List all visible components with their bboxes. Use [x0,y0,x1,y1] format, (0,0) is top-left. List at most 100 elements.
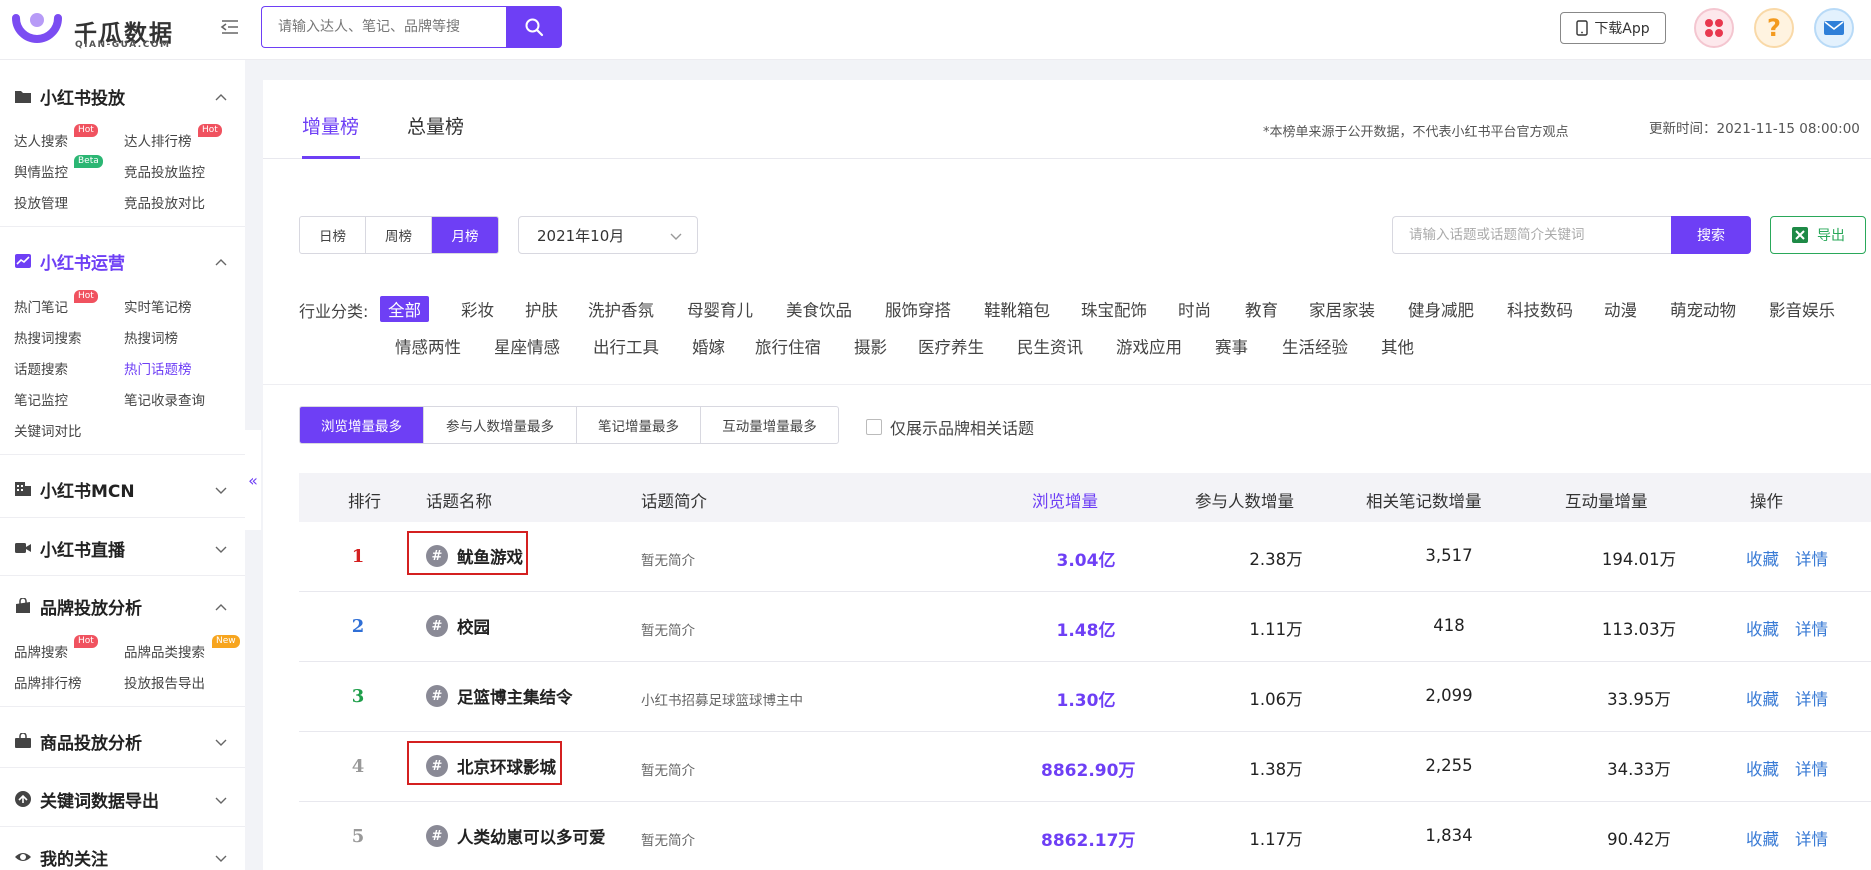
topic-link[interactable]: # 足篮博主集结令 [426,684,573,708]
industry-filter-item[interactable]: 洗护香氛 [588,297,654,321]
sort-by-interactions[interactable]: 互动量增量最多 [701,407,838,443]
industry-filter-item[interactable]: 健身减肥 [1408,297,1474,321]
sidebar-item-topic-search[interactable]: 话题搜索 [14,358,68,378]
favorite-link[interactable]: 收藏 [1746,826,1779,850]
period-weekly[interactable]: 周榜 [366,217,432,253]
month-select[interactable]: 2021年10月 [518,216,698,254]
detail-link[interactable]: 详情 [1795,826,1828,850]
industry-filter-item[interactable]: 美食饮品 [786,297,852,321]
column-views-increment[interactable]: 浏览增量 [1032,488,1098,512]
sidebar-group-xhs-mcn[interactable]: 小红书MCN [14,476,135,502]
apps-button[interactable] [1694,8,1734,48]
detail-link[interactable]: 详情 [1795,546,1828,570]
favorite-link[interactable]: 收藏 [1746,616,1779,640]
global-search-button[interactable] [506,6,562,48]
industry-filter-item[interactable]: 萌宠动物 [1670,297,1736,321]
chevron-down-icon[interactable] [214,793,228,807]
favorite-link[interactable]: 收藏 [1746,756,1779,780]
industry-filter-item[interactable]: 情感两性 [395,334,461,358]
sidebar-group-keyword-export[interactable]: 关键词数据导出 [14,786,159,812]
checkbox-box[interactable] [866,419,882,435]
period-daily[interactable]: 日榜 [300,217,366,253]
menu-toggle-icon[interactable] [220,17,240,37]
favorite-link[interactable]: 收藏 [1746,546,1779,570]
sidebar-group-my-follows[interactable]: 我的关注 [14,844,108,870]
sort-by-notes[interactable]: 笔记增量最多 [577,407,701,443]
sidebar-group-xhs-operation[interactable]: 小红书运营 [14,248,125,274]
detail-link[interactable]: 详情 [1795,756,1828,780]
topic-keyword-field[interactable] [1392,216,1674,254]
sidebar-item-hot-notes[interactable]: 热门笔记 [14,296,68,316]
industry-filter-item[interactable]: 护肤 [525,297,558,321]
industry-filter-item[interactable]: 摄影 [854,334,887,358]
chevron-up-icon[interactable] [214,90,228,104]
column-interactions-increment[interactable]: 互动量增量 [1565,488,1648,512]
sidebar-item-realtime-notes[interactable]: 实时笔记榜 [124,296,192,316]
industry-filter-item[interactable]: 珠宝配饰 [1081,297,1147,321]
chevron-up-icon[interactable] [214,255,228,269]
topic-link[interactable]: # 人类幼崽可以多可爱 [426,824,606,848]
sidebar-item-hotword-search[interactable]: 热搜词搜索 [14,327,82,347]
industry-filter-item[interactable]: 全部 [380,296,429,322]
sidebar-item-competitor-monitor[interactable]: 竞品投放监控 [124,161,205,181]
sidebar-group-product-analysis[interactable]: 商品投放分析 [14,728,142,754]
sidebar-collapse-button[interactable]: « [245,430,261,530]
sidebar-item-hot-topics[interactable]: 热门话题榜 [124,358,192,378]
industry-filter-item[interactable]: 其他 [1381,334,1414,358]
industry-filter-item[interactable]: 影音娱乐 [1769,297,1835,321]
industry-filter-item[interactable]: 时尚 [1178,297,1211,321]
sidebar-item-talent-search[interactable]: 达人搜索 [14,130,68,150]
sidebar-item-brand-ranking[interactable]: 品牌排行榜 [14,672,82,692]
industry-filter-item[interactable]: 鞋靴箱包 [984,297,1050,321]
topic-search-button[interactable]: 搜索 [1671,216,1751,254]
industry-filter-item[interactable]: 赛事 [1215,334,1248,358]
industry-filter-item[interactable]: 游戏应用 [1116,334,1182,358]
favorite-link[interactable]: 收藏 [1746,686,1779,710]
topic-link[interactable]: # 校园 [426,614,490,638]
industry-filter-item[interactable]: 旅行住宿 [755,334,821,358]
chevron-down-icon[interactable] [214,851,228,865]
industry-filter-item[interactable]: 民生资讯 [1017,334,1083,358]
sidebar-item-brand-search[interactable]: 品牌搜索 [14,641,68,661]
sidebar-item-hotword-ranking[interactable]: 热搜词榜 [124,327,178,347]
column-notes-increment[interactable]: 相关笔记数增量 [1366,488,1482,512]
industry-filter-item[interactable]: 服饰穿搭 [885,297,951,321]
industry-filter-item[interactable]: 家居家装 [1309,297,1375,321]
industry-filter-item[interactable]: 婚嫁 [692,334,725,358]
help-button[interactable]: ? [1754,8,1794,48]
sidebar-group-xhs-placement[interactable]: 小红书投放 [14,83,125,109]
industry-filter-item[interactable]: 星座情感 [494,334,560,358]
sidebar-item-note-monitor[interactable]: 笔记监控 [14,389,68,409]
sidebar-item-talent-ranking[interactable]: 达人排行榜 [124,130,192,150]
sidebar-item-keyword-compare[interactable]: 关键词对比 [14,420,82,440]
chevron-down-icon[interactable] [214,542,228,556]
brand-only-checkbox[interactable]: 仅展示品牌相关话题 [866,415,1034,439]
industry-filter-item[interactable]: 教育 [1245,297,1278,321]
sidebar-item-note-index-query[interactable]: 笔记收录查询 [124,389,205,409]
messages-button[interactable] [1814,8,1854,48]
sidebar-item-report-export[interactable]: 投放报告导出 [124,672,205,692]
sidebar-group-brand-analysis[interactable]: 品牌投放分析 [14,593,142,619]
logo[interactable]: 千瓜数据 QIAN-GUA.COM [12,8,192,50]
download-app-button[interactable]: 下载App [1560,12,1666,44]
sidebar-item-competitor-compare[interactable]: 竞品投放对比 [124,192,205,212]
chevron-down-icon[interactable] [214,483,228,497]
column-participants-increment[interactable]: 参与人数增量 [1195,488,1294,512]
chevron-up-icon[interactable] [214,600,228,614]
industry-filter-item[interactable]: 动漫 [1604,297,1637,321]
tab-increment[interactable]: 增量榜 [302,112,359,139]
industry-filter-item[interactable]: 生活经验 [1282,334,1348,358]
sidebar-item-brand-category-search[interactable]: 品牌品类搜索 [124,641,205,661]
sidebar-item-opinion-monitor[interactable]: 舆情监控 [14,161,68,181]
chevron-down-icon[interactable] [214,735,228,749]
sort-by-participants[interactable]: 参与人数增量最多 [424,407,577,443]
export-button[interactable]: 导出 [1770,216,1866,254]
industry-filter-item[interactable]: 医疗养生 [918,334,984,358]
sort-by-views[interactable]: 浏览增量最多 [300,407,424,443]
sidebar-group-xhs-live[interactable]: 小红书直播 [14,535,125,561]
tab-total[interactable]: 总量榜 [407,112,464,139]
detail-link[interactable]: 详情 [1795,616,1828,640]
industry-filter-item[interactable]: 母婴育儿 [687,297,753,321]
industry-filter-item[interactable]: 彩妆 [461,297,494,321]
period-monthly[interactable]: 月榜 [432,217,498,253]
